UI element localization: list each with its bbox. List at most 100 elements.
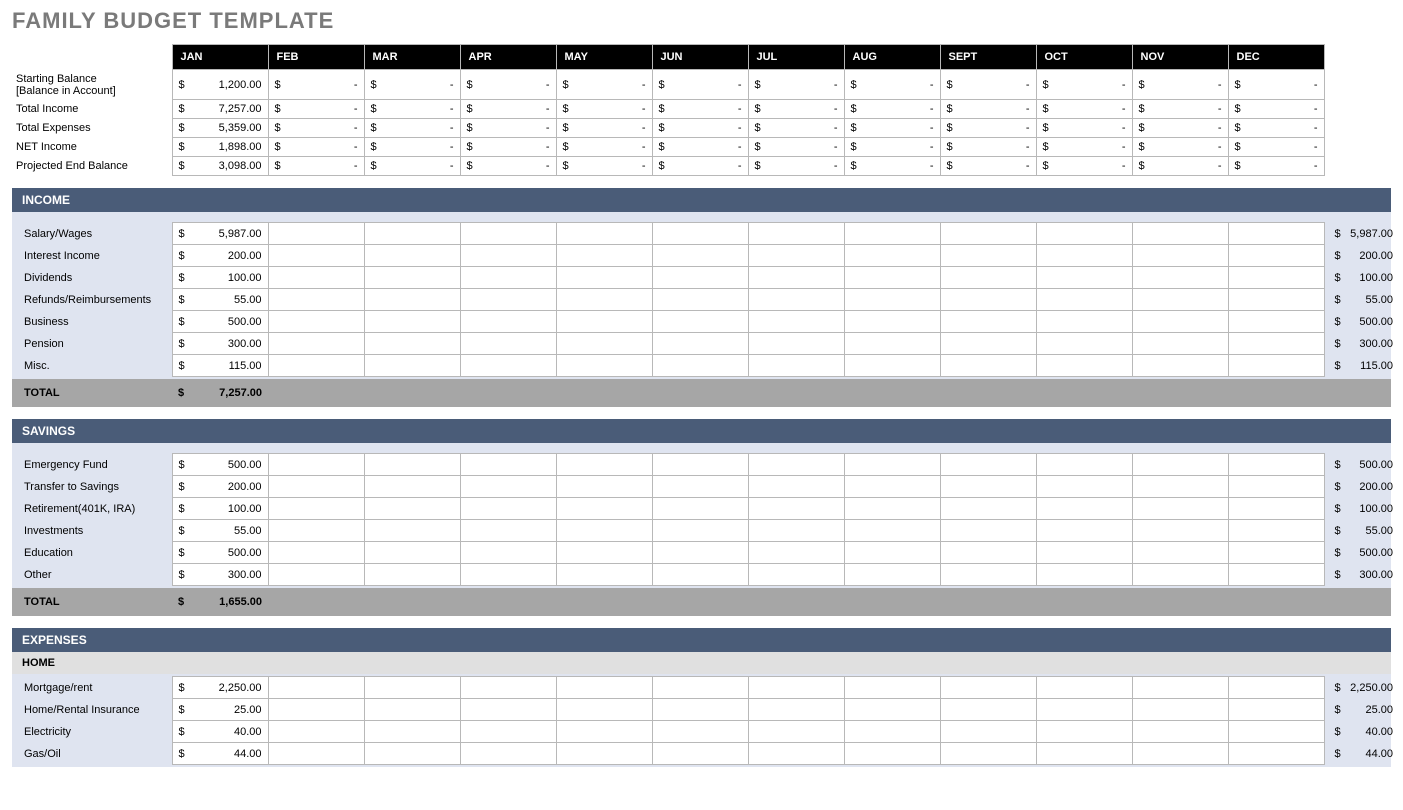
summary-cell[interactable]: $- <box>1132 100 1228 119</box>
detail-cell[interactable] <box>748 333 844 355</box>
detail-cell[interactable] <box>940 699 1036 721</box>
detail-cell[interactable] <box>556 564 652 586</box>
detail-cell[interactable] <box>460 498 556 520</box>
summary-cell[interactable]: $- <box>652 157 748 176</box>
detail-cell[interactable] <box>940 743 1036 765</box>
summary-cell[interactable]: $- <box>556 138 652 157</box>
detail-cell[interactable] <box>268 699 364 721</box>
detail-cell[interactable] <box>364 223 460 245</box>
detail-cell[interactable]: $100.00 <box>172 498 268 520</box>
detail-cell[interactable] <box>268 677 364 699</box>
detail-cell[interactable] <box>1228 520 1324 542</box>
detail-cell[interactable] <box>268 476 364 498</box>
summary-cell[interactable]: $3,098.00 <box>172 157 268 176</box>
detail-cell[interactable]: $25.00 <box>172 699 268 721</box>
detail-cell[interactable] <box>364 677 460 699</box>
detail-cell[interactable] <box>1132 223 1228 245</box>
detail-cell[interactable]: $500.00 <box>172 311 268 333</box>
detail-cell[interactable] <box>1132 498 1228 520</box>
detail-cell[interactable] <box>940 476 1036 498</box>
detail-cell[interactable] <box>652 677 748 699</box>
detail-cell[interactable] <box>364 743 460 765</box>
detail-cell[interactable] <box>364 542 460 564</box>
detail-cell[interactable]: $55.00 <box>172 520 268 542</box>
detail-cell[interactable] <box>1036 267 1132 289</box>
detail-cell[interactable] <box>460 355 556 377</box>
summary-cell[interactable]: $- <box>556 157 652 176</box>
detail-cell[interactable] <box>652 476 748 498</box>
summary-cell[interactable]: $- <box>1132 70 1228 100</box>
summary-cell[interactable]: $- <box>460 100 556 119</box>
detail-cell[interactable] <box>748 743 844 765</box>
detail-cell[interactable] <box>1228 498 1324 520</box>
detail-cell[interactable] <box>1036 245 1132 267</box>
detail-cell[interactable] <box>268 564 364 586</box>
detail-cell[interactable]: $2,250.00 <box>172 677 268 699</box>
detail-cell[interactable] <box>460 520 556 542</box>
detail-cell[interactable] <box>748 267 844 289</box>
detail-cell[interactable] <box>1132 245 1228 267</box>
summary-cell[interactable]: $- <box>1228 70 1324 100</box>
detail-cell[interactable] <box>556 677 652 699</box>
detail-cell[interactable] <box>556 542 652 564</box>
detail-cell[interactable] <box>364 564 460 586</box>
detail-cell[interactable] <box>940 520 1036 542</box>
detail-cell[interactable] <box>1228 267 1324 289</box>
detail-cell[interactable] <box>940 333 1036 355</box>
detail-cell[interactable] <box>748 454 844 476</box>
detail-cell[interactable] <box>556 476 652 498</box>
detail-cell[interactable] <box>844 454 940 476</box>
detail-cell[interactable] <box>1228 476 1324 498</box>
detail-cell[interactable] <box>844 223 940 245</box>
summary-cell[interactable]: $- <box>748 157 844 176</box>
detail-cell[interactable]: $500.00 <box>172 454 268 476</box>
summary-cell[interactable]: $- <box>940 138 1036 157</box>
detail-cell[interactable]: $115.00 <box>172 355 268 377</box>
detail-cell[interactable] <box>652 542 748 564</box>
detail-cell[interactable] <box>748 498 844 520</box>
detail-cell[interactable] <box>556 355 652 377</box>
detail-cell[interactable] <box>940 454 1036 476</box>
summary-cell[interactable]: $- <box>556 119 652 138</box>
detail-cell[interactable] <box>1228 454 1324 476</box>
detail-cell[interactable] <box>460 454 556 476</box>
detail-cell[interactable] <box>1228 245 1324 267</box>
detail-cell[interactable]: $300.00 <box>172 564 268 586</box>
detail-cell[interactable] <box>748 476 844 498</box>
detail-cell[interactable] <box>268 454 364 476</box>
detail-cell[interactable] <box>844 721 940 743</box>
summary-cell[interactable]: $- <box>268 119 364 138</box>
detail-cell[interactable] <box>556 721 652 743</box>
detail-cell[interactable] <box>844 476 940 498</box>
summary-cell[interactable]: $- <box>1228 157 1324 176</box>
summary-cell[interactable]: $- <box>268 70 364 100</box>
detail-cell[interactable] <box>652 245 748 267</box>
detail-cell[interactable] <box>1036 721 1132 743</box>
summary-cell[interactable]: $- <box>940 119 1036 138</box>
detail-cell[interactable] <box>748 289 844 311</box>
detail-cell[interactable]: $200.00 <box>172 245 268 267</box>
detail-cell[interactable] <box>940 721 1036 743</box>
detail-cell[interactable] <box>268 743 364 765</box>
detail-cell[interactable] <box>844 245 940 267</box>
summary-cell[interactable]: $- <box>652 100 748 119</box>
detail-cell[interactable]: $44.00 <box>172 743 268 765</box>
detail-cell[interactable] <box>748 355 844 377</box>
detail-cell[interactable] <box>940 245 1036 267</box>
detail-cell[interactable] <box>460 223 556 245</box>
detail-cell[interactable] <box>748 520 844 542</box>
detail-cell[interactable] <box>1228 699 1324 721</box>
detail-cell[interactable] <box>844 542 940 564</box>
summary-cell[interactable]: $- <box>1036 70 1132 100</box>
detail-cell[interactable] <box>460 289 556 311</box>
detail-cell[interactable] <box>364 520 460 542</box>
detail-cell[interactable] <box>844 333 940 355</box>
detail-cell[interactable] <box>1132 542 1228 564</box>
summary-cell[interactable]: $- <box>268 100 364 119</box>
detail-cell[interactable] <box>1036 289 1132 311</box>
summary-cell[interactable]: $1,898.00 <box>172 138 268 157</box>
detail-cell[interactable]: $5,987.00 <box>172 223 268 245</box>
detail-cell[interactable] <box>652 311 748 333</box>
summary-cell[interactable]: $- <box>268 157 364 176</box>
summary-cell[interactable]: $- <box>1228 100 1324 119</box>
